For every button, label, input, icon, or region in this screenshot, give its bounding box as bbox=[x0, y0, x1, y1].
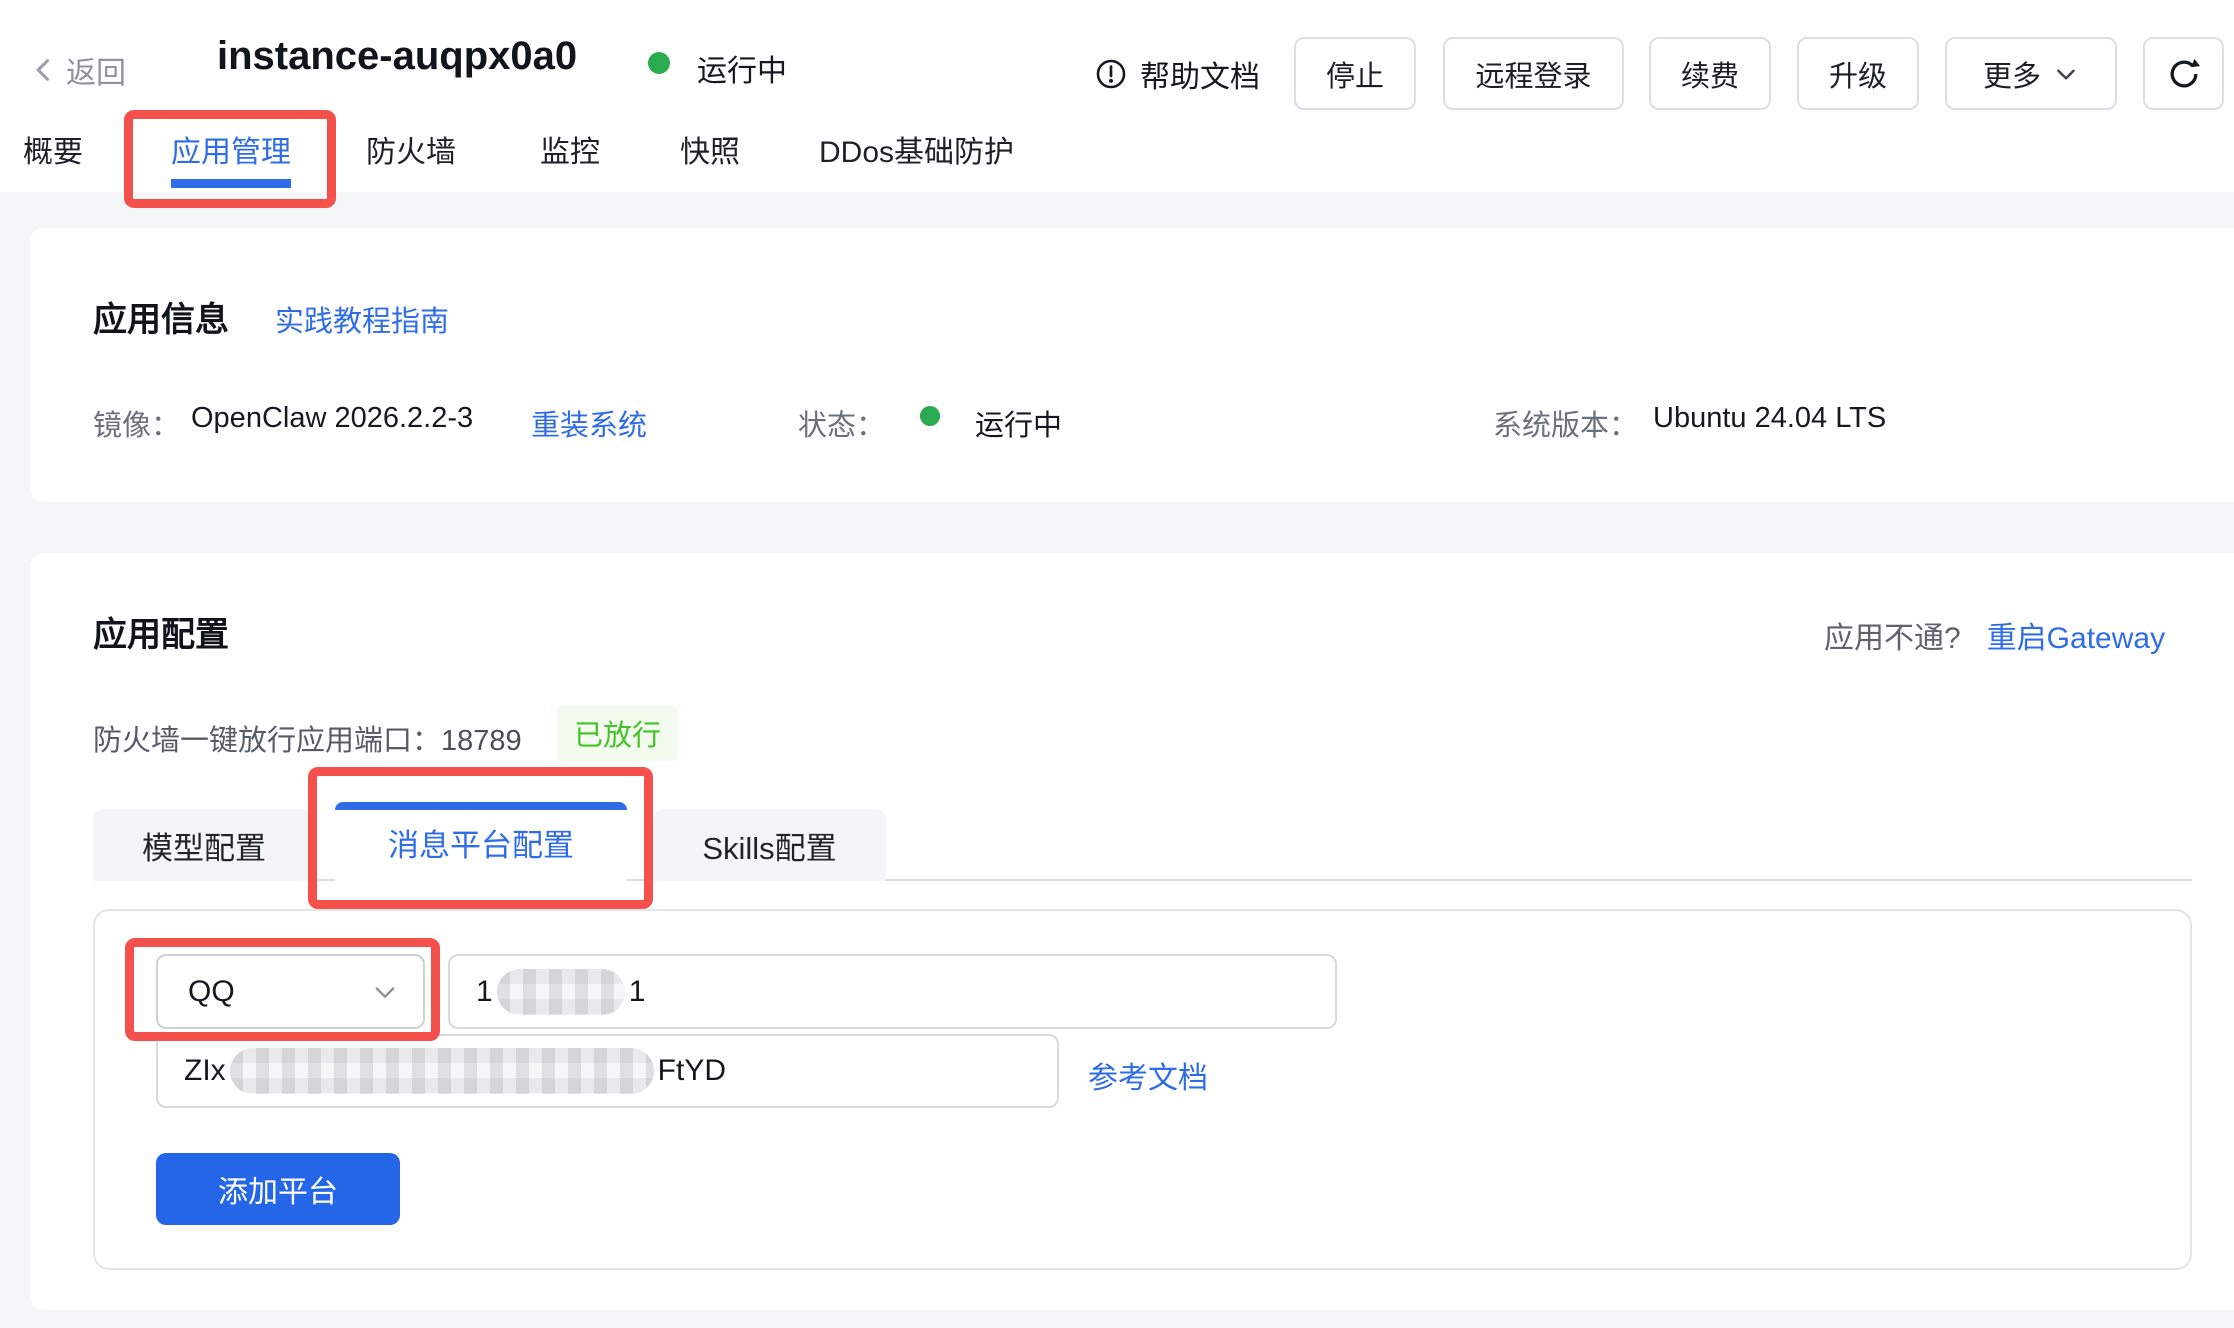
redacted-token-blur bbox=[230, 1048, 654, 1094]
renew-button[interactable]: 续费 bbox=[1649, 37, 1771, 110]
app-info-title: 应用信息 bbox=[93, 292, 229, 341]
refresh-icon bbox=[2164, 54, 2204, 94]
image-value: OpenClaw 2026.2.2-3 bbox=[191, 402, 473, 435]
app-config-card: 应用配置 应用不通? 重启Gateway 防火墙一键放行应用端口：18789 已… bbox=[30, 553, 2234, 1310]
instance-detail-page: 返回 instance-auqpx0a0 运行中 帮助文档 停止 远程登录 续费… bbox=[0, 0, 2234, 1328]
account-prefix: 1 bbox=[476, 975, 493, 1009]
more-button[interactable]: 更多 bbox=[1945, 37, 2117, 110]
instance-status: 运行中 bbox=[697, 46, 787, 90]
tutorial-guide-link[interactable]: 实践教程指南 bbox=[275, 298, 449, 340]
token-input[interactable]: ZIx FtYD bbox=[156, 1034, 1059, 1108]
tab-ddos-protection[interactable]: DDos基础防护 bbox=[819, 127, 1014, 171]
back-button[interactable]: 返回 bbox=[30, 48, 126, 92]
chevron-down-icon bbox=[371, 978, 399, 1006]
tab-message-platform-label: 消息平台配置 bbox=[388, 820, 574, 865]
os-value: Ubuntu 24.04 LTS bbox=[1653, 402, 1886, 435]
message-platform-panel: QQ 1 1 ZIx FtYD 参考文档 添加平台 bbox=[93, 909, 2192, 1270]
info-circle-icon bbox=[1094, 57, 1128, 91]
help-label: 帮助文档 bbox=[1140, 52, 1260, 96]
tab-overview[interactable]: 概要 bbox=[23, 127, 83, 171]
refresh-button[interactable] bbox=[2143, 37, 2224, 110]
qq-account-input[interactable]: 1 1 bbox=[448, 954, 1337, 1029]
active-tab-underline bbox=[171, 179, 291, 188]
tab-firewall[interactable]: 防火墙 bbox=[366, 127, 456, 171]
port-allowed-badge: 已放行 bbox=[557, 705, 678, 761]
page-title: instance-auqpx0a0 bbox=[217, 34, 577, 79]
help-docs-link[interactable]: 帮助文档 bbox=[1094, 52, 1260, 96]
firewall-port-label: 防火墙一键放行应用端口： bbox=[93, 725, 441, 757]
stop-button[interactable]: 停止 bbox=[1294, 37, 1416, 110]
tab-skills-config[interactable]: Skills配置 bbox=[653, 809, 886, 881]
redacted-account-blur bbox=[497, 969, 625, 1015]
app-config-title: 应用配置 bbox=[93, 607, 229, 656]
token-prefix: ZIx bbox=[184, 1054, 226, 1088]
image-label: 镜像： bbox=[93, 402, 180, 444]
tab-app-management[interactable]: 应用管理 bbox=[171, 127, 291, 171]
tab-model-config[interactable]: 模型配置 bbox=[93, 809, 315, 881]
reinstall-system-link[interactable]: 重装系统 bbox=[531, 402, 647, 444]
more-label: 更多 bbox=[1983, 53, 2041, 95]
tab-message-platform-config[interactable]: 消息平台配置 bbox=[335, 802, 627, 883]
firewall-port-row: 防火墙一键放行应用端口：18789 bbox=[93, 717, 522, 759]
os-label: 系统版本： bbox=[1493, 402, 1638, 444]
tab-snapshot[interactable]: 快照 bbox=[680, 127, 740, 171]
status-value: 运行中 bbox=[975, 402, 1062, 444]
back-label: 返回 bbox=[66, 48, 126, 92]
status-dot bbox=[920, 406, 940, 426]
remote-login-button[interactable]: 远程登录 bbox=[1443, 37, 1624, 110]
tab-monitoring[interactable]: 监控 bbox=[540, 127, 600, 171]
restart-gateway-link[interactable]: 重启Gateway bbox=[1987, 613, 2165, 657]
firewall-port-value: 18789 bbox=[441, 725, 522, 757]
platform-select[interactable]: QQ bbox=[156, 954, 425, 1029]
app-info-card: 应用信息 实践教程指南 镜像： OpenClaw 2026.2.2-3 重装系统… bbox=[30, 228, 2234, 502]
chevron-down-icon bbox=[2053, 61, 2079, 87]
token-suffix: FtYD bbox=[658, 1054, 726, 1088]
chevron-left-icon bbox=[30, 55, 58, 85]
status-dot bbox=[648, 52, 670, 74]
upgrade-button[interactable]: 升级 bbox=[1797, 37, 1919, 110]
platform-select-value: QQ bbox=[188, 975, 235, 1009]
account-suffix: 1 bbox=[629, 975, 646, 1009]
reference-docs-link[interactable]: 参考文档 bbox=[1088, 1053, 1208, 1097]
active-tab-top-bar bbox=[335, 802, 627, 810]
status-label: 状态： bbox=[798, 402, 885, 444]
gateway-hint-text: 应用不通? bbox=[1824, 613, 1961, 657]
add-platform-button[interactable]: 添加平台 bbox=[156, 1153, 400, 1225]
